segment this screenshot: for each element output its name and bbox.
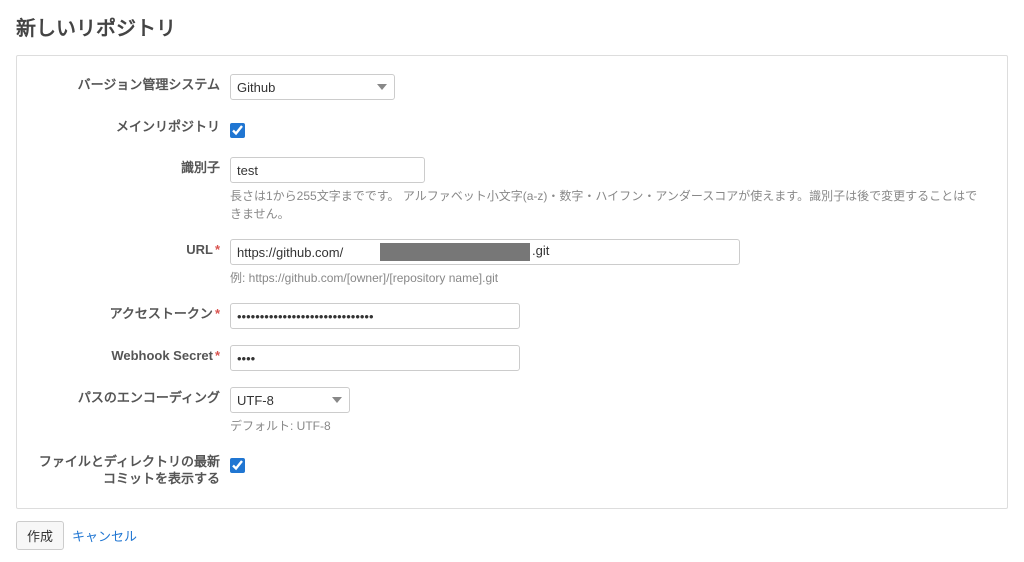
cancel-link[interactable]: キャンセル [72, 526, 137, 545]
row-encoding: パスのエンコーディング UTF-8 デフォルト: UTF-8 [35, 385, 989, 435]
new-repository-form: バージョン管理システム Github メインリポジトリ 識別子 長さは1から25… [16, 55, 1008, 509]
page-title: 新しいリポジトリ [16, 12, 1008, 41]
form-actions: 作成 キャンセル [16, 521, 1008, 550]
row-main-repo: メインリポジトリ [35, 114, 989, 141]
url-hint: 例: https://github.com/[owner]/[repositor… [230, 269, 989, 287]
label-access-token: アクセストークン* [35, 301, 230, 323]
label-main-repo: メインリポジトリ [35, 114, 230, 136]
vcs-select[interactable]: Github [230, 74, 395, 100]
access-token-input[interactable] [230, 303, 520, 329]
row-webhook-secret: Webhook Secret* [35, 343, 989, 371]
label-identifier: 識別子 [35, 155, 230, 177]
identifier-input[interactable] [230, 157, 425, 183]
row-latest-commit: ファイルとディレクトリの最新コミットを表示する [35, 449, 989, 488]
row-identifier: 識別子 長さは1から255文字までです。 アルファベット小文字(a-z)・数字・… [35, 155, 989, 223]
identifier-hint: 長さは1から255文字までです。 アルファベット小文字(a-z)・数字・ハイフン… [230, 187, 989, 223]
label-webhook-secret: Webhook Secret* [35, 343, 230, 365]
webhook-secret-input[interactable] [230, 345, 520, 371]
create-button[interactable]: 作成 [16, 521, 64, 550]
row-url: URL* .git 例: https://github.com/[owner]/… [35, 237, 989, 287]
label-encoding: パスのエンコーディング [35, 385, 230, 407]
url-redacted-mask [380, 243, 530, 261]
row-access-token: アクセストークン* [35, 301, 989, 329]
row-vcs: バージョン管理システム Github [35, 72, 989, 100]
label-latest-commit: ファイルとディレクトリの最新コミットを表示する [35, 449, 230, 488]
latest-commit-checkbox[interactable] [230, 458, 245, 473]
encoding-hint: デフォルト: UTF-8 [230, 417, 989, 435]
label-vcs: バージョン管理システム [35, 72, 230, 94]
main-repo-checkbox[interactable] [230, 123, 245, 138]
label-url: URL* [35, 237, 230, 259]
encoding-select[interactable]: UTF-8 [230, 387, 350, 413]
